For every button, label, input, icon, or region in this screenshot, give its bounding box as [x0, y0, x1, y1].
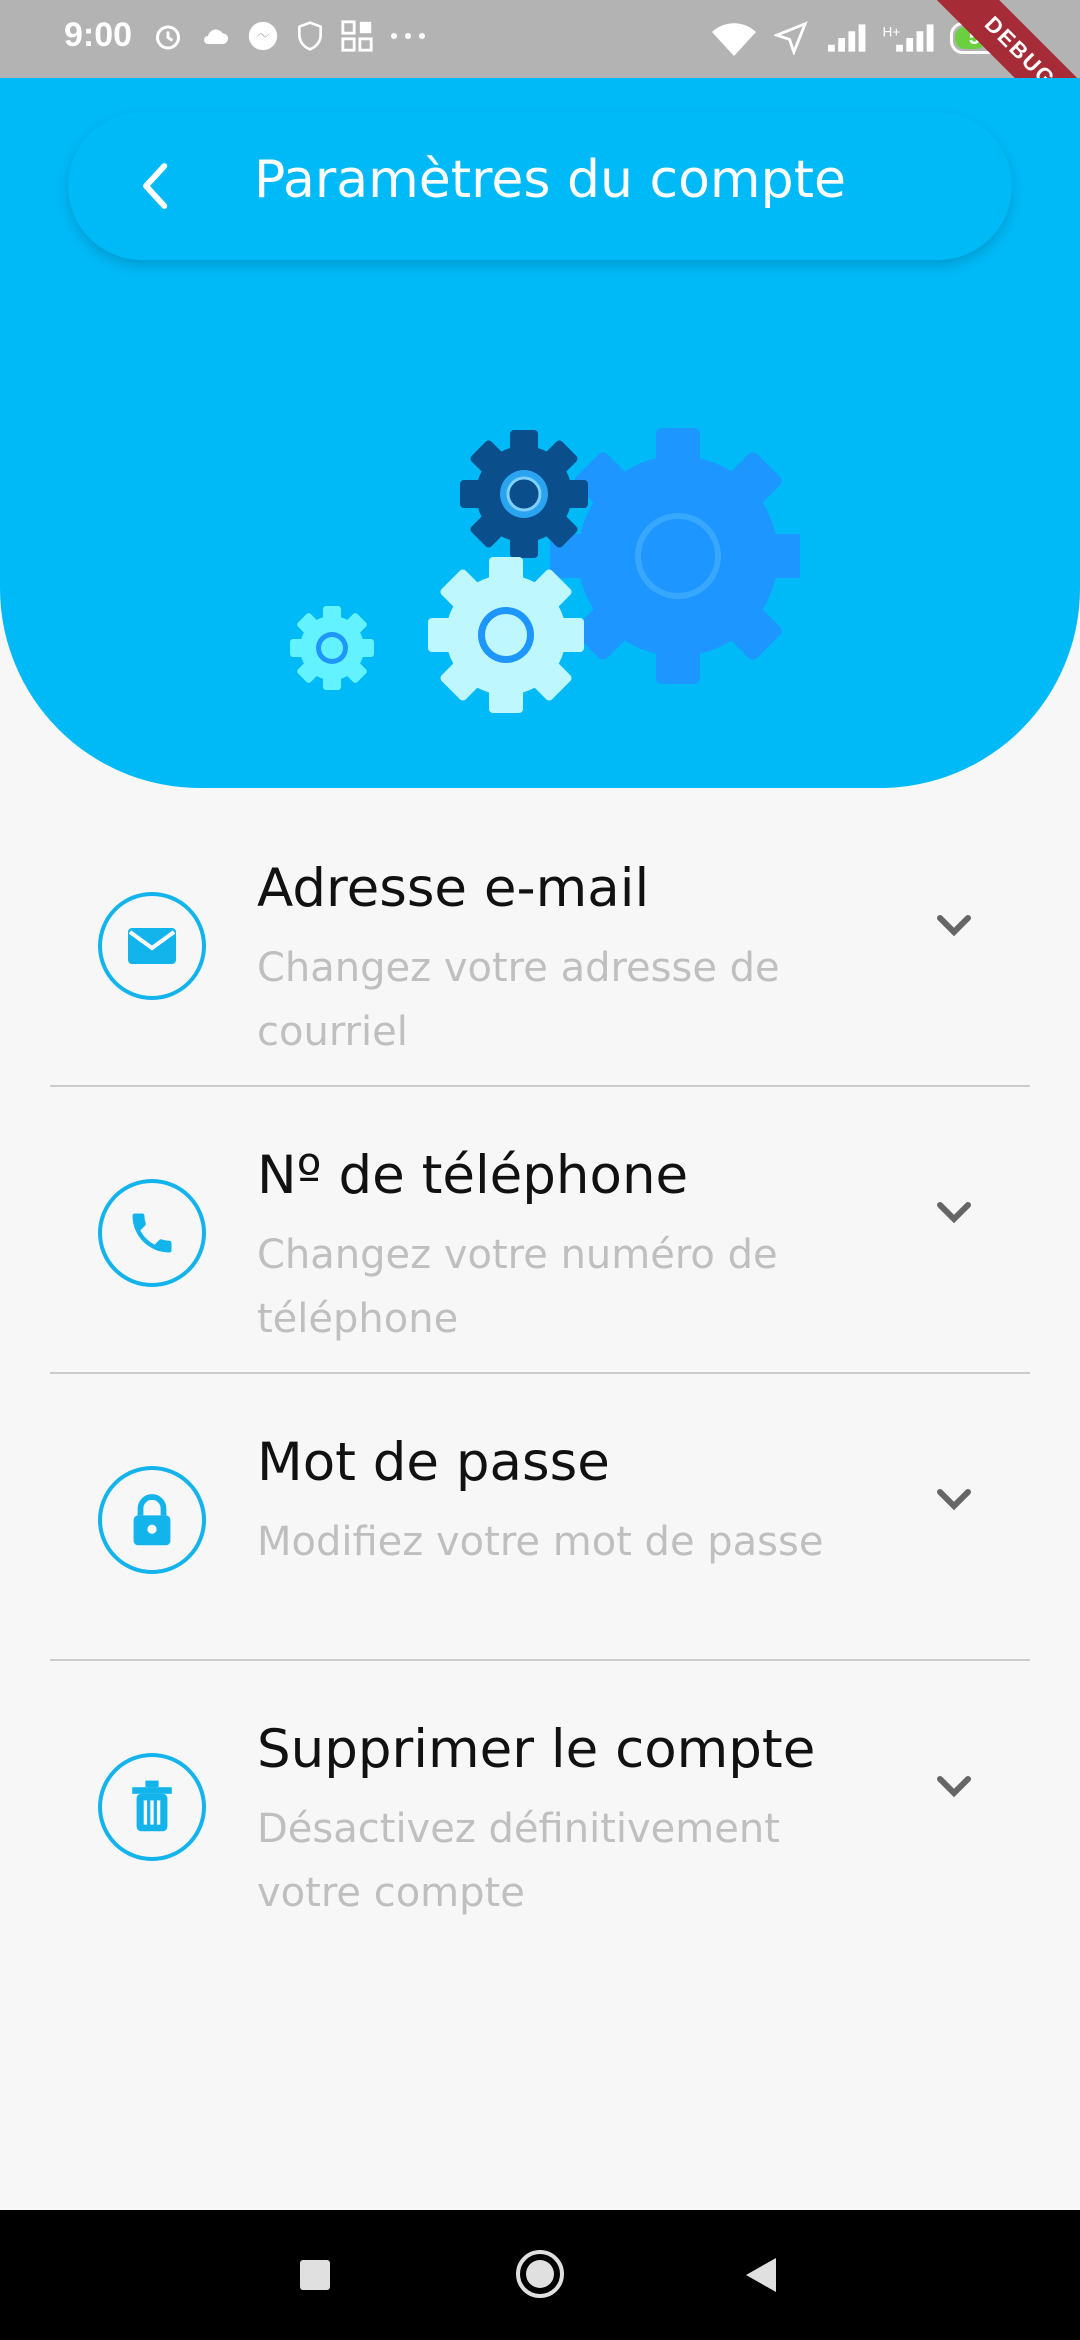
app-bar: Paramètres du compte — [68, 112, 1012, 260]
email-icon — [98, 892, 206, 1000]
settings-item-email[interactable]: Adresse e-mail Changez votre adresse de … — [50, 800, 1030, 1087]
svg-text:H+: H+ — [883, 24, 901, 39]
chevron-down-icon[interactable] — [930, 900, 978, 948]
settings-item-delete-account[interactable]: Supprimer le compte Désactivez définitiv… — [50, 1661, 1030, 1946]
settings-item-title: Adresse e-mail — [257, 858, 650, 919]
settings-item-title: Supprimer le compte — [257, 1719, 816, 1780]
settings-item-phone[interactable]: Nº de téléphone Changez votre numéro de … — [50, 1087, 1030, 1374]
back-button[interactable] — [126, 148, 186, 224]
signal-icon — [828, 24, 866, 52]
shield-icon — [298, 21, 322, 51]
back-nav-button[interactable] — [742, 2256, 778, 2294]
gear-large-icon — [550, 428, 800, 684]
chevron-left-icon — [143, 163, 168, 209]
recents-button[interactable] — [298, 2258, 332, 2292]
messenger-icon — [248, 21, 278, 51]
chevron-down-icon[interactable] — [930, 1474, 978, 1522]
phone-icon — [98, 1179, 206, 1287]
settings-item-subtitle: Désactivez définitivement votre compte — [257, 1806, 780, 1916]
system-navigation-bar — [0, 2210, 1080, 2340]
chevron-down-icon[interactable] — [930, 1187, 978, 1235]
trash-icon — [98, 1753, 206, 1861]
alarm-icon — [156, 25, 180, 50]
settings-item-password[interactable]: Mot de passe Modifiez votre mot de passe — [50, 1374, 1030, 1661]
settings-item-subtitle: Changez votre numéro de téléphone — [257, 1232, 778, 1342]
gear-dark-icon — [460, 430, 588, 558]
gears-illustration — [290, 428, 800, 713]
lock-icon — [98, 1466, 206, 1574]
wifi-icon — [712, 23, 756, 56]
apps-icon — [341, 20, 373, 52]
settings-item-subtitle: Modifiez votre mot de passe — [257, 1519, 824, 1565]
settings-item-title: Mot de passe — [257, 1432, 610, 1493]
settings-item-subtitle: Changez votre adresse de courriel — [257, 945, 780, 1055]
page-title: Paramètres du compte — [254, 150, 846, 210]
more-icon — [391, 33, 425, 39]
status-bar: 9:00 H+ 57 DEBUG — [0, 0, 1080, 160]
gear-small-icon — [290, 606, 374, 690]
home-button[interactable] — [514, 2248, 566, 2300]
settings-item-title: Nº de téléphone — [257, 1145, 689, 1206]
gear-light-icon — [428, 557, 584, 713]
status-notification-icons — [150, 18, 428, 54]
settings-list: Adresse e-mail Changez votre adresse de … — [50, 800, 1030, 1946]
location-arrow-icon — [774, 21, 808, 55]
cloud-icon — [204, 29, 228, 44]
chevron-down-icon[interactable] — [930, 1761, 978, 1809]
header-hero: Paramètres du compte — [0, 78, 1080, 788]
signal-hplus-icon: H+ — [883, 24, 934, 52]
status-time: 9:00 — [64, 16, 133, 54]
